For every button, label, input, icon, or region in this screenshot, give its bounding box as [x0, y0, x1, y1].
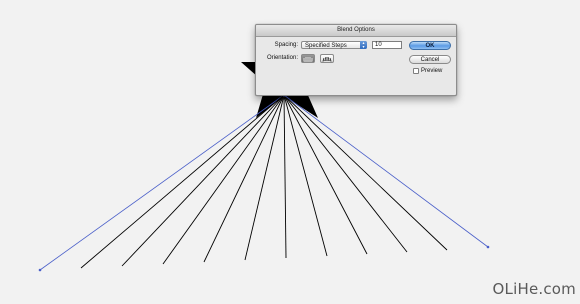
ok-button[interactable]: OK: [409, 41, 451, 50]
blend-step-line[interactable]: [283, 94, 448, 251]
orientation-label: Orientation:: [266, 55, 298, 61]
preview-label: Preview: [421, 68, 443, 74]
blend-step-line[interactable]: [80, 94, 285, 269]
dialog-title: Blend Options: [256, 25, 456, 37]
spacing-label: Spacing:: [274, 42, 298, 48]
blend-step-line[interactable]: [283, 94, 408, 253]
blend-step-line[interactable]: [203, 94, 285, 263]
spacing-select-value: Specified Steps: [305, 43, 347, 49]
blend-step-line[interactable]: [283, 94, 287, 259]
cancel-button[interactable]: Cancel: [409, 55, 451, 64]
path-endpoint-anchor[interactable]: [38, 268, 42, 272]
orientation-align-path-button[interactable]: [320, 54, 334, 63]
preview-checkbox[interactable]: [413, 68, 419, 74]
blend-lines-group: [38, 94, 490, 272]
blend-options-dialog: Blend Options Spacing: Specified Steps ▴…: [255, 24, 457, 96]
blend-step-line[interactable]: [283, 94, 368, 255]
align-to-path-icon: [322, 56, 332, 62]
blend-step-line[interactable]: [121, 94, 285, 267]
blend-step-line[interactable]: [162, 94, 285, 265]
blend-step-line[interactable]: [283, 94, 328, 257]
path-endpoint-anchor[interactable]: [486, 245, 490, 249]
blend-path-line[interactable]: [39, 94, 285, 271]
select-arrows-icon: ▴ ▾: [360, 41, 367, 49]
orientation-align-page-button[interactable]: [301, 54, 315, 63]
blend-path-line[interactable]: [283, 94, 489, 248]
blend-step-line[interactable]: [244, 94, 285, 261]
steps-input[interactable]: 10: [372, 41, 402, 49]
spacing-select[interactable]: Specified Steps ▴ ▾: [301, 41, 367, 49]
watermark-text: OLiHe.com: [492, 280, 576, 298]
align-to-page-icon: [303, 56, 313, 61]
